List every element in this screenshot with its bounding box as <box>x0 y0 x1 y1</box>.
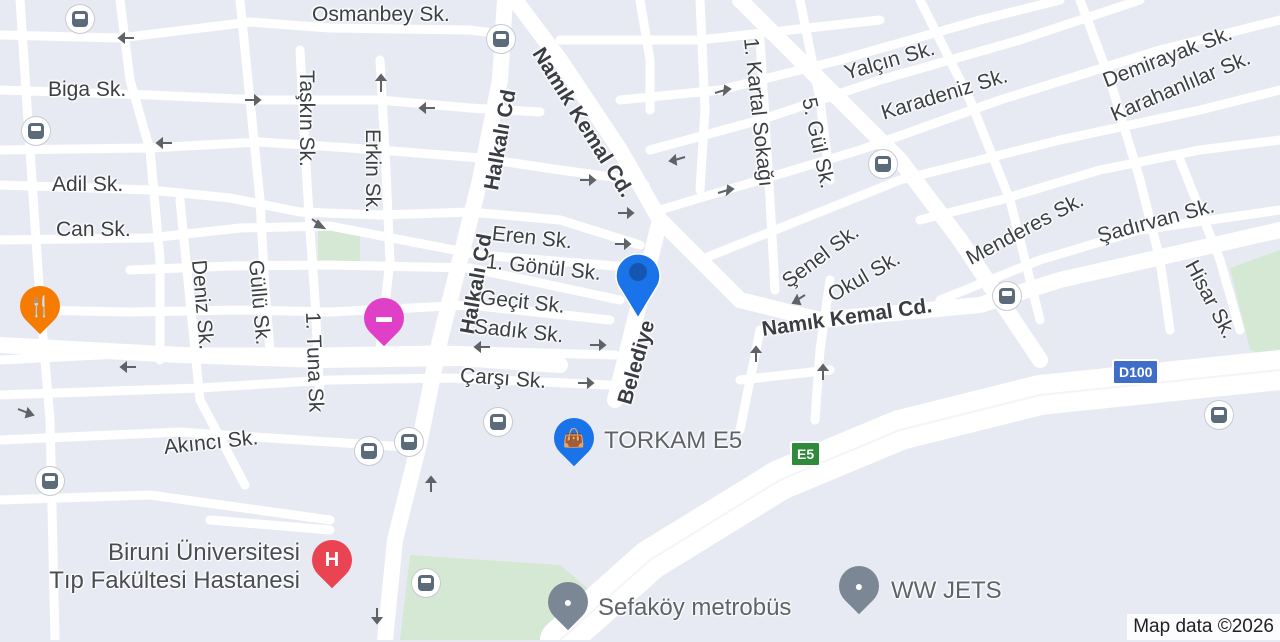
bus-stop-icon[interactable] <box>993 282 1021 310</box>
bus-stop-icon[interactable] <box>355 437 383 465</box>
bus-stop-icon[interactable] <box>36 467 64 495</box>
bus-stop-icon[interactable] <box>487 25 515 53</box>
torkam-poi[interactable]: 👜 <box>545 409 603 470</box>
street-label-can: Can Sk. <box>56 218 131 241</box>
hotel-icon: ▬ <box>355 289 413 347</box>
street-label-erkin: Erkin Sk. <box>361 129 384 214</box>
d100-shield: D100 <box>1112 359 1160 385</box>
bus-stop-icon[interactable] <box>395 428 423 456</box>
metrobus-label[interactable]: Sefaköy metrobüs <box>598 594 791 622</box>
metrobus-poi[interactable]: ● <box>539 573 597 634</box>
e5-shield: E5 <box>790 441 822 467</box>
hotel-poi[interactable]: ▬ <box>355 289 413 347</box>
torkam-label[interactable]: TORKAM E5 <box>604 427 742 455</box>
restaurant-poi[interactable]: 🍴 <box>11 277 69 335</box>
hospital-label[interactable]: Biruni Üniversitesi Tıp Fakültesi Hastan… <box>0 539 300 595</box>
bus-stop-icon[interactable] <box>484 408 512 436</box>
bus-stop-icon[interactable] <box>66 5 94 33</box>
bus-stop-icon[interactable] <box>1205 401 1233 429</box>
bus-stop-icon[interactable] <box>22 117 50 145</box>
place-icon: ● <box>539 573 597 631</box>
place-icon: ● <box>830 557 888 615</box>
hospital-label-line1: Biruni Üniversitesi <box>107 539 300 566</box>
street-label-taskin: Taşkın Sk. <box>295 70 318 167</box>
bus-stop-icon[interactable] <box>869 150 897 178</box>
hospital-poi[interactable]: H <box>303 531 361 592</box>
street-label-biga: Biga Sk. <box>48 78 127 101</box>
shopping-bag-icon: 👜 <box>545 409 603 467</box>
street-label-tuna: 1. Tuna Sk <box>301 311 328 413</box>
wwjets-poi[interactable]: ● <box>830 557 888 618</box>
hospital-icon: H <box>303 531 361 589</box>
street-label-osmanbey: Osmanbey Sk. <box>312 3 450 26</box>
street-label-adil: Adil Sk. <box>52 173 124 196</box>
restaurant-icon: 🍴 <box>11 277 69 335</box>
bus-stop-icon[interactable] <box>412 569 440 597</box>
map-attribution: Map data ©2026 <box>1127 614 1280 640</box>
wwjets-label[interactable]: WW JETS <box>891 577 1002 605</box>
hospital-label-line2: Tıp Fakültesi Hastanesi <box>49 567 300 594</box>
